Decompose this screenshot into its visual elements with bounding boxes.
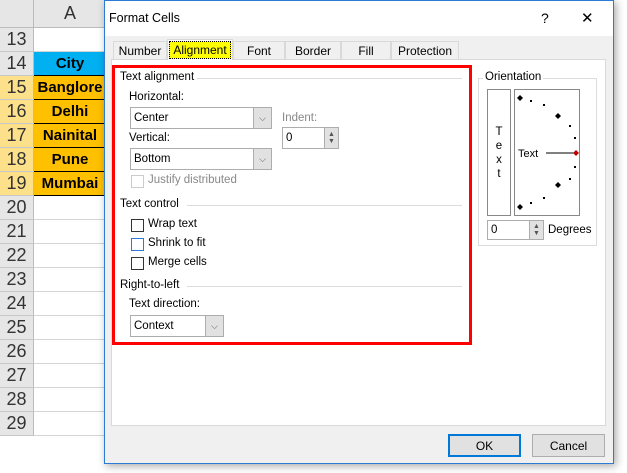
degrees-value: 0 <box>491 224 498 236</box>
vertical-label: Vertical: <box>129 132 170 144</box>
row-header[interactable]: 25 <box>0 316 34 340</box>
degrees-label: Degrees <box>548 224 592 236</box>
row-header[interactable]: 24 <box>0 292 34 316</box>
cancel-button[interactable]: Cancel <box>532 434 605 457</box>
text-direction-select[interactable]: Context ⌵ <box>130 315 224 337</box>
tab-fill[interactable]: Fill <box>341 41 391 60</box>
cell[interactable]: Nainital <box>34 124 106 148</box>
help-button[interactable]: ? <box>541 10 549 26</box>
tab-label: Fill <box>358 44 374 58</box>
row-header[interactable]: 27 <box>0 364 34 388</box>
chevron-down-icon: ⌵ <box>205 316 223 336</box>
cell[interactable]: Banglore <box>34 76 106 100</box>
row-header[interactable]: 22 <box>0 244 34 268</box>
alignment-panel: Text alignment Horizontal: Center ⌵ Inden… <box>111 59 606 426</box>
tab-font[interactable]: Font <box>233 41 285 60</box>
row-header[interactable]: 26 <box>0 340 34 364</box>
vertical-select[interactable]: Bottom ⌵ <box>130 148 272 170</box>
tab-border[interactable]: Border <box>285 41 341 60</box>
text-direction-label: Text direction: <box>129 298 200 310</box>
cell[interactable] <box>34 244 106 268</box>
row-header[interactable]: 15 <box>0 76 34 100</box>
tab-label: Border <box>294 44 332 58</box>
horizontal-value: Center <box>134 112 169 124</box>
cell[interactable] <box>34 28 106 52</box>
spinner-arrows-icon[interactable]: ▲ ▼ <box>529 221 543 239</box>
close-icon[interactable]: ✕ <box>581 9 594 27</box>
tab-label: Font <box>246 44 271 58</box>
indent-label: Indent: <box>282 112 318 124</box>
column-header-a[interactable]: A <box>34 0 106 28</box>
justify-distributed-checkbox[interactable] <box>131 175 144 188</box>
format-cells-dialog: Format Cells ? ✕ Number Alignment Font Bord… <box>104 0 614 464</box>
cell[interactable] <box>34 292 106 316</box>
row-header[interactable]: 20 <box>0 196 34 220</box>
cell[interactable] <box>34 316 106 340</box>
spinner-arrows-icon[interactable]: ▲ ▼ <box>324 128 338 148</box>
cell[interactable] <box>34 196 106 220</box>
row-header[interactable]: 18 <box>0 148 34 172</box>
orientation-dial[interactable]: Text <box>514 89 580 216</box>
cell[interactable] <box>34 220 106 244</box>
text-control-heading: Text control <box>120 198 179 210</box>
vertical-text-letter: x <box>496 153 502 166</box>
row-header[interactable]: 19 <box>0 172 34 196</box>
cell[interactable] <box>34 268 106 292</box>
wrap-text-checkbox[interactable] <box>131 219 144 232</box>
tab-label: Number <box>118 44 162 58</box>
tab-protection[interactable]: Protection <box>391 41 459 60</box>
text-alignment-heading: Text alignment <box>120 71 195 83</box>
row-header[interactable]: 16 <box>0 100 34 124</box>
right-to-left-heading: Right-to-left <box>120 279 180 291</box>
wrap-text-label: Wrap text <box>148 218 197 230</box>
row-header[interactable]: 29 <box>0 412 34 436</box>
vertical-value: Bottom <box>134 153 171 165</box>
row-header[interactable]: 17 <box>0 124 34 148</box>
tab-alignment[interactable]: Alignment <box>167 39 233 60</box>
vertical-text-button[interactable]: Text <box>487 89 511 216</box>
horizontal-label: Horizontal: <box>129 91 184 103</box>
tab-number[interactable]: Number <box>113 41 167 60</box>
merge-cells-checkbox[interactable] <box>131 257 144 270</box>
cell[interactable]: Delhi <box>34 100 106 124</box>
degrees-spinner[interactable]: 0 ▲ ▼ <box>487 220 544 240</box>
select-all-corner[interactable] <box>0 0 34 28</box>
row-header[interactable]: 23 <box>0 268 34 292</box>
cell[interactable] <box>34 412 106 436</box>
shrink-to-fit-label: Shrink to fit <box>148 237 206 249</box>
indent-spinner[interactable]: 0 ▲ ▼ <box>282 127 339 149</box>
horizontal-select[interactable]: Center ⌵ <box>130 107 272 129</box>
merge-cells-label: Merge cells <box>148 256 207 268</box>
vertical-text-letter: t <box>497 167 501 180</box>
cell[interactable]: Mumbai <box>34 172 106 196</box>
row-header[interactable]: 13 <box>0 28 34 52</box>
chevron-down-icon: ⌵ <box>253 149 271 169</box>
cell[interactable] <box>34 388 106 412</box>
row-header[interactable]: 14 <box>0 52 34 76</box>
shrink-to-fit-checkbox[interactable] <box>131 238 144 251</box>
orientation-heading: Orientation <box>483 71 544 83</box>
vertical-text-letter: T <box>495 125 503 138</box>
indent-value: 0 <box>286 132 293 144</box>
cell[interactable]: City <box>34 52 106 76</box>
cell[interactable] <box>34 340 106 364</box>
cell[interactable]: Pune <box>34 148 106 172</box>
tab-label: Protection <box>397 44 453 58</box>
justify-distributed-label: Justify distributed <box>148 174 237 186</box>
dialog-title: Format Cells <box>109 11 180 25</box>
row-header[interactable]: 21 <box>0 220 34 244</box>
dial-text: Text <box>518 148 538 160</box>
title-bar: Format Cells ? ✕ <box>105 1 613 36</box>
row-header[interactable]: 28 <box>0 388 34 412</box>
vertical-text-letter: e <box>495 139 503 152</box>
ok-button[interactable]: OK <box>448 434 521 457</box>
chevron-down-icon: ⌵ <box>253 108 271 128</box>
tab-label: Alignment <box>169 41 231 59</box>
cell[interactable] <box>34 364 106 388</box>
text-direction-value: Context <box>134 320 174 332</box>
